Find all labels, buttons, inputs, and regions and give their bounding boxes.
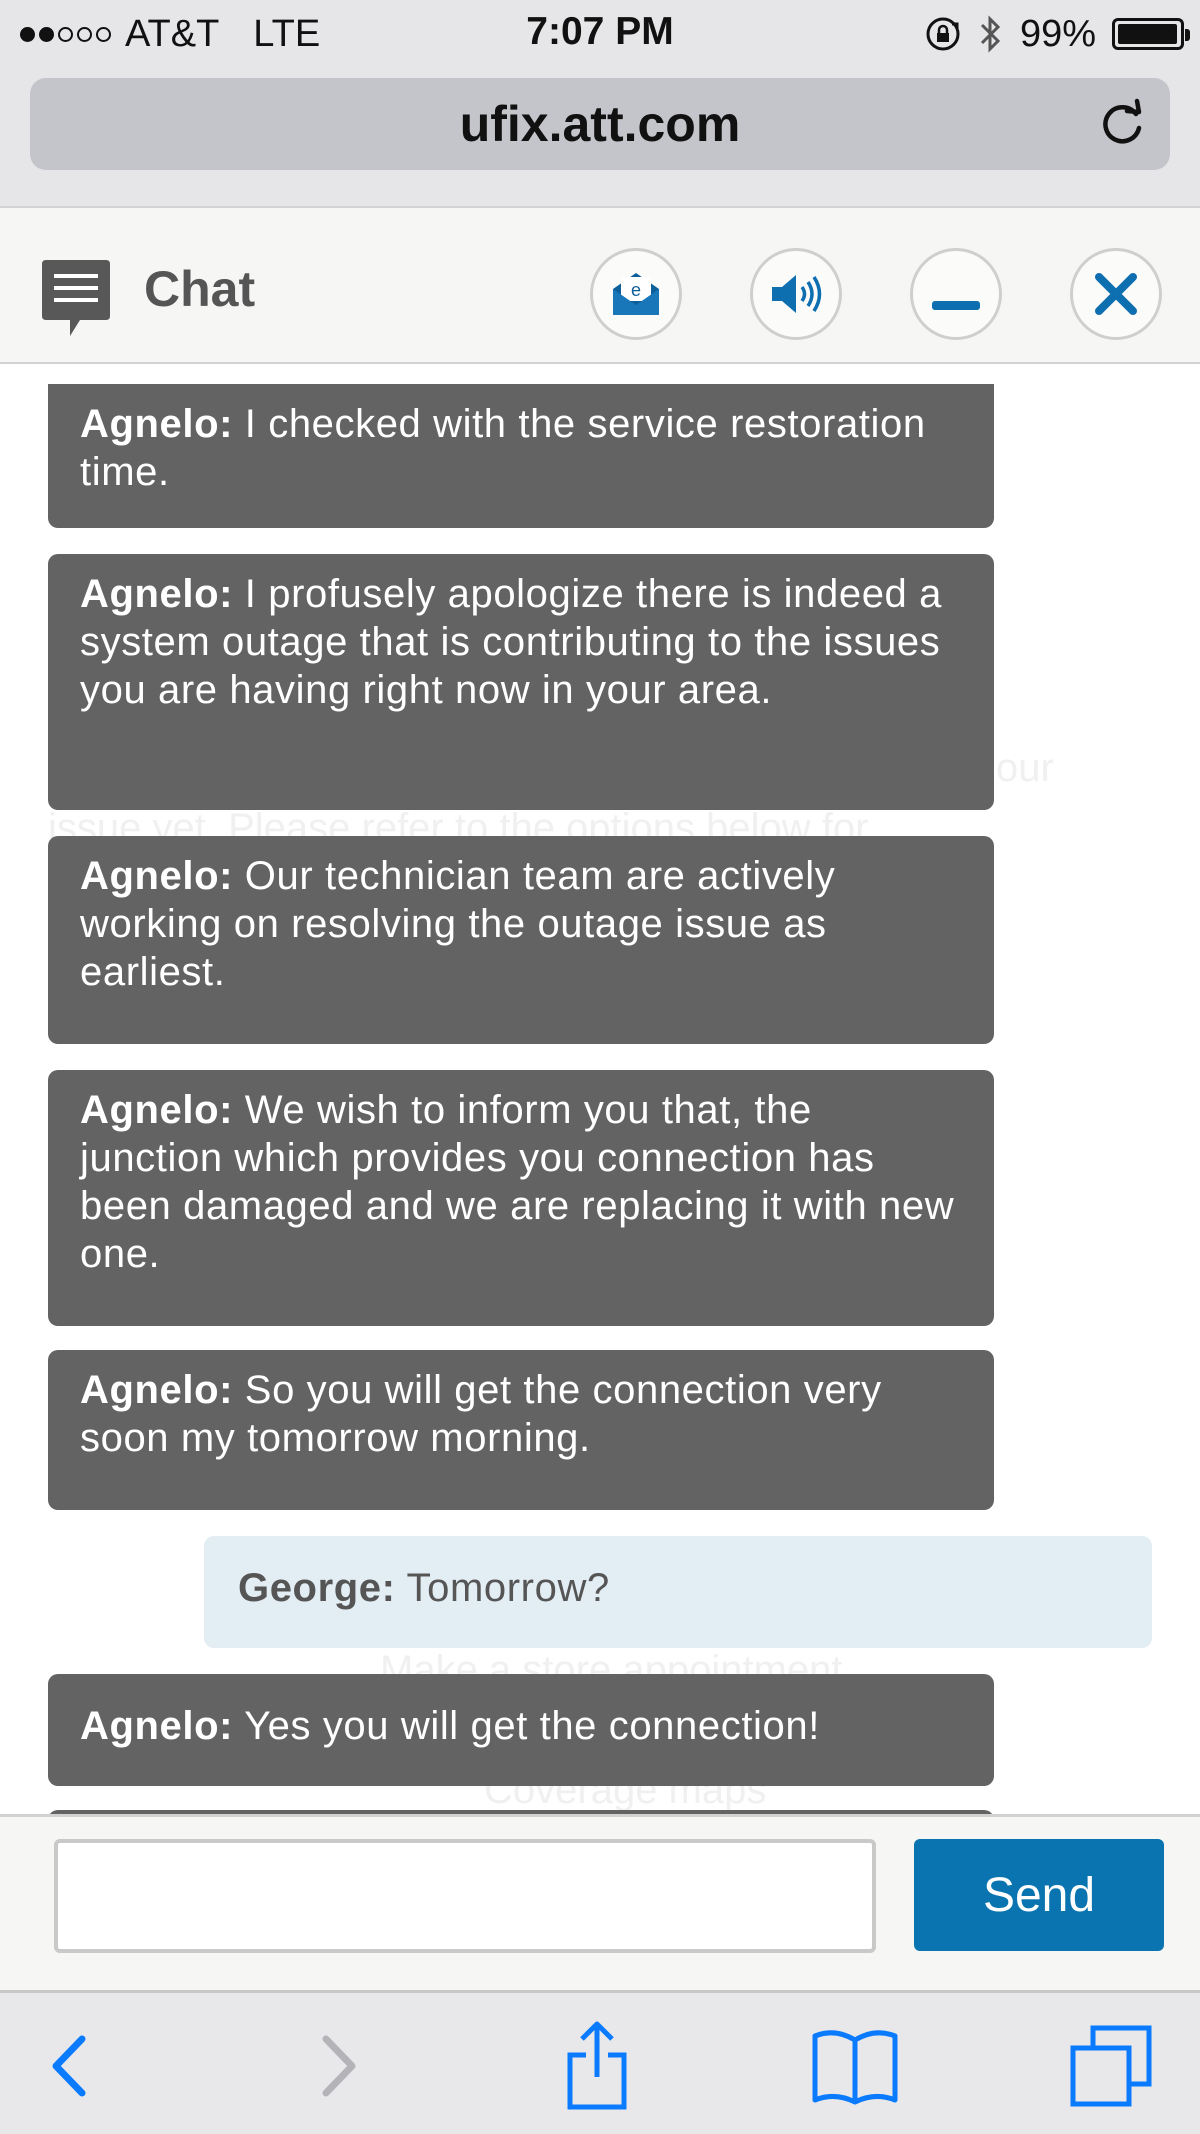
chat-message-agent: Agnelo: I checked with the service resto… (48, 384, 994, 528)
background-page-text: our (996, 746, 1054, 790)
address-bar[interactable]: ufix.att.com (30, 78, 1170, 170)
chat-message-agent: Agnelo: Yes you will get the connection! (48, 1674, 994, 1786)
chat-input-bar: Send (0, 1814, 1200, 1990)
message-sender: Agnelo: (80, 854, 234, 898)
battery-icon (1112, 18, 1190, 50)
chat-message-agent: Agnelo: So you will get the connection v… (48, 1350, 994, 1510)
send-button[interactable]: Send (914, 1839, 1164, 1951)
status-right: 99% (924, 10, 1190, 58)
message-text: Tomorrow? (395, 1566, 610, 1610)
share-button[interactable] (552, 2021, 642, 2111)
speaker-icon (772, 275, 822, 313)
chat-message-list[interactable]: our issue yet. Please refer to the optio… (0, 384, 1200, 1814)
address-bar-area: ufix.att.com (0, 66, 1200, 206)
email-transcript-button[interactable]: e (590, 248, 682, 340)
email-transcript-icon: e (613, 273, 659, 315)
chat-message-input[interactable] (54, 1839, 876, 1953)
sound-toggle-button[interactable] (750, 248, 842, 340)
close-icon (1095, 273, 1137, 315)
minimize-button[interactable] (910, 248, 1002, 340)
bookmarks-icon (812, 2030, 898, 2105)
back-button[interactable] (24, 2021, 114, 2111)
tabs-icon (1070, 2025, 1152, 2107)
reload-icon[interactable] (1096, 98, 1148, 150)
browser-toolbar (0, 1990, 1200, 2134)
close-chat-button[interactable] (1070, 248, 1162, 340)
chat-header: Chat e (0, 206, 1200, 364)
battery-percent: 99% (1019, 12, 1096, 55)
message-text: Yes you will get the connection! (233, 1704, 820, 1748)
message-sender: George: (238, 1566, 396, 1610)
message-sender: Agnelo: (80, 572, 234, 616)
url-text: ufix.att.com (459, 96, 741, 152)
bookmarks-button[interactable] (810, 2021, 900, 2111)
minimize-icon (932, 301, 980, 310)
chat-message-agent: Agnelo: I profusely apologize there is i… (48, 554, 994, 810)
chat-title: Chat (144, 261, 256, 317)
message-sender: Agnelo: (80, 1088, 234, 1132)
status-bar: AT&T LTE 7:07 PM 99% (0, 0, 1200, 66)
rotation-lock-icon (926, 17, 960, 51)
share-icon (567, 2021, 627, 2110)
chat-message-agent: Agnelo: Our technician team are actively… (48, 836, 994, 1044)
forward-button[interactable] (294, 2021, 384, 2111)
chat-message-agent: Agnelo: We wish to inform you that, the … (48, 1070, 994, 1326)
chat-message-user: George: Tomorrow? (204, 1536, 1152, 1648)
message-sender: Agnelo: (80, 1704, 234, 1748)
chat-bubble-icon (42, 260, 110, 336)
back-icon (52, 2035, 86, 2097)
tabs-button[interactable] (1066, 2021, 1156, 2111)
message-sender: Agnelo: (80, 402, 234, 446)
bluetooth-icon (980, 15, 1001, 53)
svg-text:e: e (631, 280, 641, 300)
forward-icon (322, 2035, 356, 2097)
message-sender: Agnelo: (80, 1368, 234, 1412)
